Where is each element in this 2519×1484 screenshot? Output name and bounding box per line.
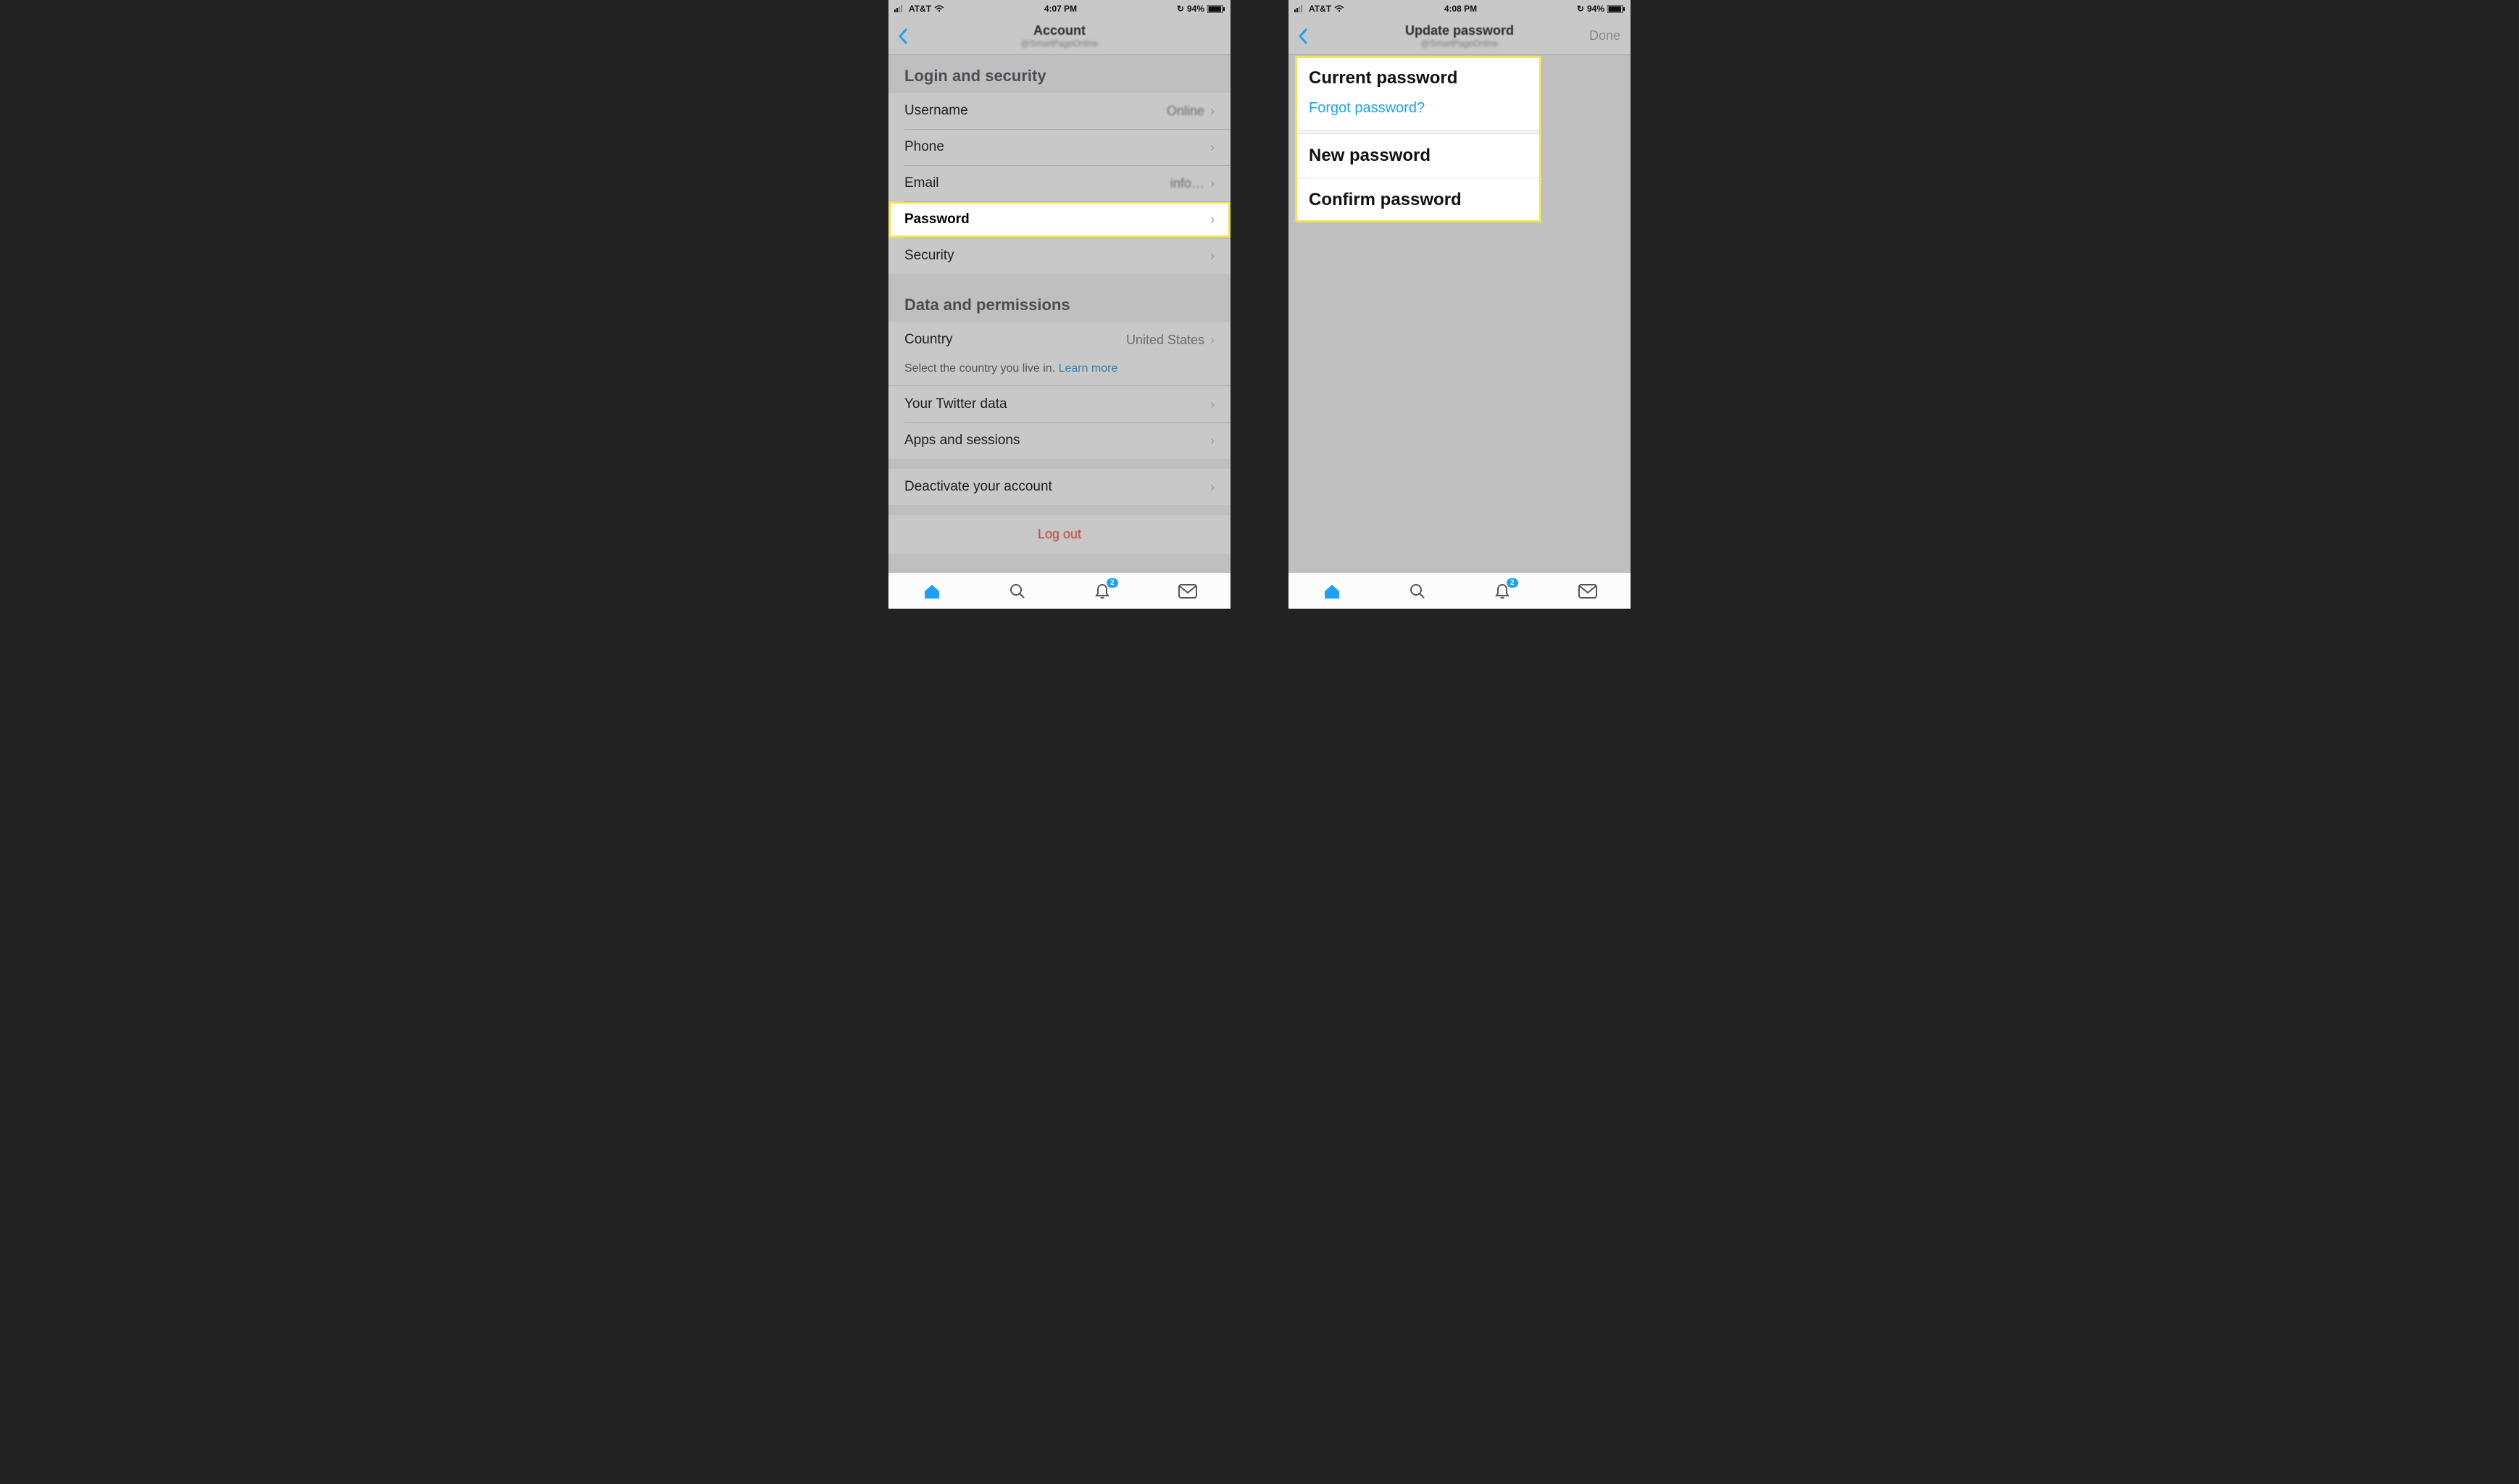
back-button[interactable] [888, 28, 917, 44]
phone-account-settings: AT&T 4:07 PM ↻ 94% Account @SmartPageOnl… [888, 0, 1231, 609]
row-email[interactable]: Email info… › [888, 165, 1231, 201]
phone-update-password: AT&T 4:08 PM ↻ 94% Update password @Smar… [1288, 0, 1631, 609]
search-tab-icon[interactable] [1409, 583, 1426, 600]
carrier-label: AT&T [1309, 4, 1331, 14]
chevron-right-icon: › [1210, 176, 1215, 191]
chevron-right-icon: › [1210, 212, 1215, 228]
chevron-right-icon: › [1210, 140, 1215, 155]
row-twitter-data[interactable]: Your Twitter data › [888, 386, 1231, 422]
nav-title: Account [888, 23, 1231, 38]
update-password-body: Current password Forgot password? New pa… [1288, 55, 1631, 572]
battery-icon [1607, 5, 1625, 13]
battery-icon [1207, 5, 1225, 13]
row-username[interactable]: Username Online › [888, 93, 1231, 129]
chevron-right-icon: › [1210, 397, 1215, 412]
back-button[interactable] [1288, 28, 1317, 44]
nav-bar: Update password @SmartPageOnline Done [1288, 17, 1631, 55]
done-button[interactable]: Done [1589, 28, 1631, 43]
messages-tab-icon[interactable] [1178, 584, 1197, 599]
notification-badge: 2 [1107, 578, 1118, 588]
tab-bar: 2 [888, 572, 1231, 609]
password-fields-card: Current password Forgot password? New pa… [1296, 57, 1541, 222]
tab-bar: 2 [1288, 572, 1631, 609]
carrier-label: AT&T [909, 4, 931, 14]
current-password-field[interactable]: Current password [1296, 57, 1541, 100]
status-bar: AT&T 4:08 PM ↻ 94% [1288, 0, 1631, 17]
chevron-right-icon: › [1210, 249, 1215, 264]
nav-title: Update password [1288, 23, 1631, 38]
confirm-password-field[interactable]: Confirm password [1296, 178, 1541, 222]
row-label: Deactivate your account [904, 479, 1052, 495]
row-label: Email [904, 175, 939, 191]
nav-bar: Account @SmartPageOnline [888, 17, 1231, 55]
row-label: Password [904, 212, 970, 228]
chevron-right-icon: › [1210, 104, 1215, 119]
new-password-field[interactable]: New password [1296, 134, 1541, 178]
country-note: Select the country you live in. Learn mo… [888, 358, 1231, 386]
sync-icon: ↻ [1577, 4, 1584, 14]
chevron-right-icon: › [1210, 480, 1215, 495]
row-apps-sessions[interactable]: Apps and sessions › [888, 422, 1231, 459]
row-label: Apps and sessions [904, 433, 1020, 449]
row-value: Online [1167, 104, 1210, 119]
row-label: Username [904, 103, 968, 119]
search-tab-icon[interactable] [1009, 583, 1026, 600]
learn-more-link[interactable]: Learn more [1059, 362, 1118, 375]
signal-icon [1294, 5, 1306, 12]
forgot-password-link[interactable]: Forgot password? [1296, 100, 1541, 130]
row-password[interactable]: Password › [888, 201, 1231, 238]
nav-subtitle: @SmartPageOnline [1288, 38, 1631, 49]
row-security[interactable]: Security › [888, 238, 1231, 274]
home-tab-icon[interactable] [923, 583, 941, 600]
battery-percent: 94% [1587, 4, 1604, 14]
messages-tab-icon[interactable] [1578, 584, 1597, 599]
status-bar: AT&T 4:07 PM ↻ 94% [888, 0, 1231, 17]
battery-percent: 94% [1187, 4, 1204, 14]
row-deactivate[interactable]: Deactivate your account › [888, 469, 1231, 505]
row-country[interactable]: Country United States › [888, 322, 1231, 358]
clock-label: 4:08 PM [1444, 4, 1477, 14]
wifi-icon [1334, 5, 1344, 12]
row-value: info… [1170, 176, 1210, 191]
row-phone[interactable]: Phone › [888, 129, 1231, 165]
signal-icon [894, 5, 906, 12]
logout-button[interactable]: Log out [888, 515, 1231, 554]
clock-label: 4:07 PM [1044, 4, 1077, 14]
home-tab-icon[interactable] [1323, 583, 1341, 600]
sync-icon: ↻ [1177, 4, 1184, 14]
row-label: Security [904, 248, 954, 264]
notifications-tab-icon[interactable]: 2 [1094, 583, 1111, 600]
chevron-right-icon: › [1210, 433, 1215, 449]
row-value: United States [1126, 333, 1210, 348]
row-label: Country [904, 332, 953, 348]
section-login-security: Login and security [888, 55, 1231, 93]
row-label: Your Twitter data [904, 396, 1007, 412]
chevron-right-icon: › [1210, 333, 1215, 348]
nav-subtitle: @SmartPageOnline [888, 38, 1231, 49]
settings-scroll[interactable]: Login and security Username Online › Pho… [888, 55, 1231, 572]
wifi-icon [934, 5, 944, 12]
section-data-permissions: Data and permissions [888, 284, 1231, 322]
notifications-tab-icon[interactable]: 2 [1494, 583, 1511, 600]
notification-badge: 2 [1507, 578, 1518, 588]
row-label: Phone [904, 139, 944, 155]
